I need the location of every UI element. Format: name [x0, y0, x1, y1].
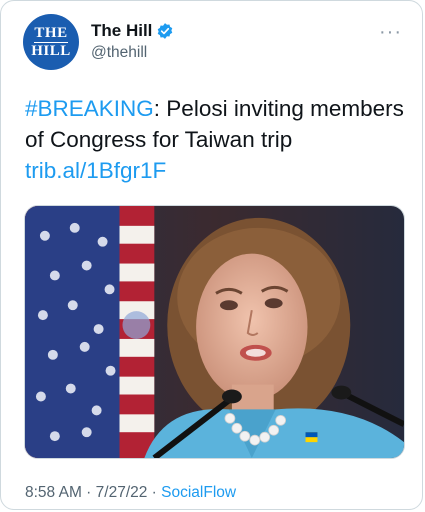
avatar-logo-text-bottom: HILL	[31, 42, 71, 59]
more-options-icon[interactable]: ···	[379, 21, 402, 44]
author-name[interactable]: The Hill	[91, 21, 152, 41]
author-name-row[interactable]: The Hill	[91, 21, 174, 41]
tweet-time[interactable]: 8:58 AM	[25, 484, 82, 501]
meta-separator: ·	[81, 484, 96, 501]
tweet-source-link[interactable]: SocialFlow	[161, 484, 236, 501]
author-handle[interactable]: @thehill	[91, 44, 147, 62]
photo-of-speaker-at-podium-icon	[25, 206, 404, 458]
verified-badge-icon	[158, 23, 173, 39]
tweet-date[interactable]: 7/27/22	[96, 484, 148, 501]
tweet-card[interactable]: THE HILL The Hill @thehill ··· #BREAKING…	[0, 0, 423, 510]
author-avatar[interactable]: THE HILL	[23, 14, 79, 70]
avatar-logo-text-top: THE	[34, 25, 68, 43]
tweet-text: #BREAKING: Pelosi inviting members of Co…	[25, 93, 405, 186]
hashtag-link[interactable]: #BREAKING	[25, 96, 154, 121]
meta-separator: ·	[147, 484, 162, 501]
tweet-metadata: 8:58 AM · 7/27/22 · SocialFlow	[25, 484, 236, 502]
url-link[interactable]: trib.al/1Bfgr1F	[25, 158, 166, 183]
tweet-photo[interactable]	[24, 205, 405, 459]
